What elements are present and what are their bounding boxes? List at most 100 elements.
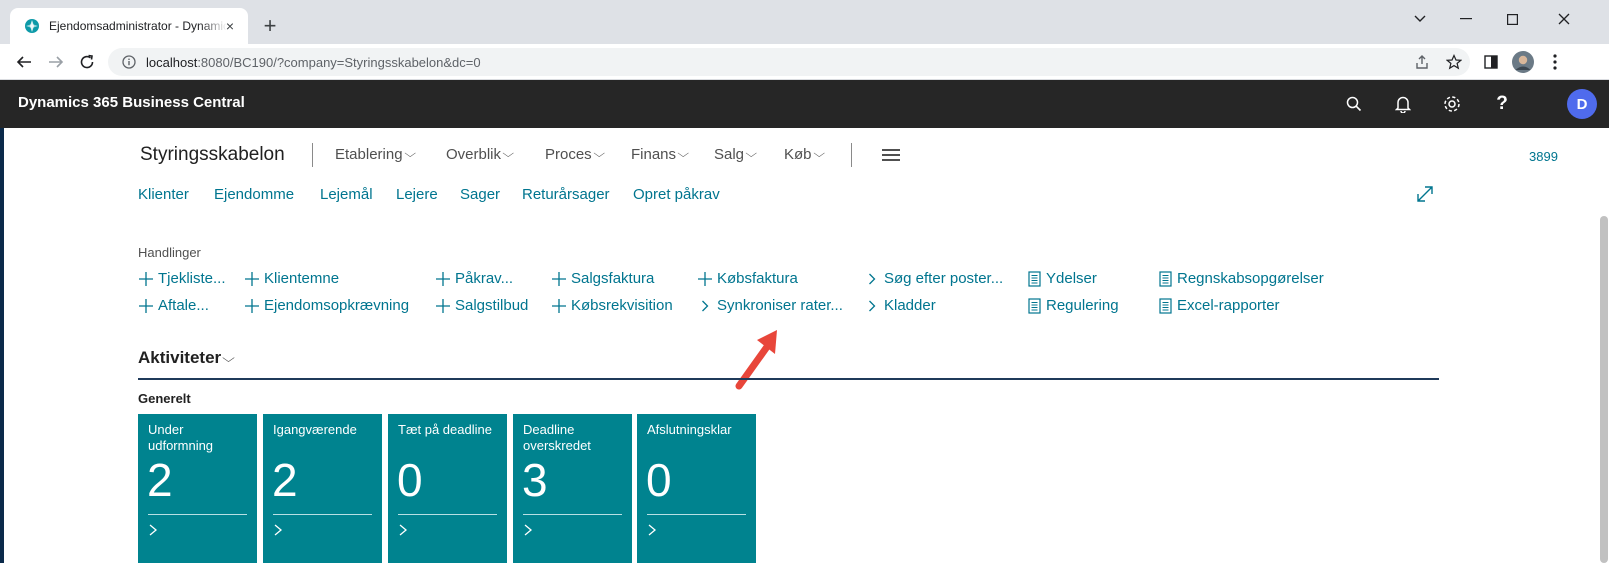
action-label: Regulering <box>1046 297 1119 314</box>
cue-tile-under-udformning[interactable]: Under udformning 2 <box>138 414 257 563</box>
action-label: Excel-rapporter <box>1177 297 1280 314</box>
action-label: Købsrekvisition <box>571 297 673 314</box>
action-regnskabsopgorelser[interactable]: Regnskabsopgørelser <box>1157 270 1324 287</box>
action-label: Købsfaktura <box>717 270 798 287</box>
action-salgstilbud[interactable]: Salgstilbud <box>435 297 528 314</box>
action-label: Søg efter poster... <box>884 270 1004 287</box>
back-arrow-icon[interactable] <box>10 48 38 76</box>
company-name: Styringsskabelon <box>140 144 285 165</box>
cue-tile-deadline-overskredet[interactable]: Deadline overskredet 3 <box>513 414 632 563</box>
chevron-down-icon: ⌵ <box>403 148 416 160</box>
reload-icon[interactable] <box>73 48 101 76</box>
action-label: Salgsfaktura <box>571 270 655 287</box>
action-label: Synkroniser rater... <box>717 297 843 314</box>
actions-section-label: Handlinger <box>138 245 201 260</box>
chevron-down-icon: ⌵ <box>745 148 758 160</box>
chevron-right-icon <box>399 524 408 536</box>
action-klientemne[interactable]: Klientemne <box>244 270 339 287</box>
menu-kob[interactable]: Køb ⌵ <box>784 146 825 163</box>
chevron-down-icon: ⌵ <box>222 350 236 365</box>
plus-icon <box>435 271 451 287</box>
minimize-icon[interactable] <box>1443 4 1489 34</box>
tile-divider <box>523 514 622 515</box>
close-tab-icon[interactable]: × <box>222 18 238 34</box>
menu-overblik[interactable]: Overblik ⌵ <box>446 146 514 163</box>
nav-link-returaarsager[interactable]: Returårsager <box>522 186 610 203</box>
nav-link-lejere[interactable]: Lejere <box>396 186 438 203</box>
action-sog-efter-poster[interactable]: Søg efter poster... <box>864 270 1003 287</box>
action-ejendomsopkraevning[interactable]: Ejendomsopkrævning <box>244 297 409 314</box>
profile-avatar-icon[interactable] <box>1509 48 1537 76</box>
settings-gear-icon[interactable] <box>1440 92 1464 116</box>
menu-finans[interactable]: Finans ⌵ <box>631 146 689 163</box>
page-scrollbar[interactable] <box>1600 216 1608 563</box>
plus-icon <box>244 298 260 314</box>
user-avatar[interactable]: D <box>1567 89 1597 119</box>
tile-value: 3 <box>522 454 548 506</box>
action-label: Aftale... <box>158 297 209 314</box>
maximize-icon[interactable] <box>1489 4 1535 34</box>
help-icon[interactable]: ? <box>1490 92 1514 116</box>
nav-link-lejemaal[interactable]: Lejemål <box>320 186 373 203</box>
menu-label: Salg <box>714 146 745 163</box>
tile-label: Igangværende <box>273 422 357 437</box>
url-host: localhost <box>146 54 198 70</box>
cue-tile-afslutningsklar[interactable]: Afslutningsklar 0 <box>637 414 756 563</box>
action-synkroniser-rater[interactable]: Synkroniser rater... <box>697 297 843 314</box>
bookmark-star-icon[interactable] <box>1440 48 1468 76</box>
cue-tile-taet-paa-deadline[interactable]: Tæt på deadline 0 <box>388 414 507 563</box>
notifications-bell-icon[interactable] <box>1391 92 1415 116</box>
cue-tile-igangvaerende[interactable]: Igangværende 2 <box>263 414 382 563</box>
hamburger-menu-icon[interactable] <box>882 149 900 163</box>
menu-etablering[interactable]: Etablering ⌵ <box>335 146 416 163</box>
action-paakrav[interactable]: Påkrav... <box>435 270 513 287</box>
close-window-icon[interactable] <box>1541 4 1587 34</box>
chevron-down-icon: ⌵ <box>812 148 825 160</box>
report-icon <box>1026 297 1042 314</box>
action-ydelser[interactable]: Ydelser <box>1026 270 1097 287</box>
action-kobsfaktura[interactable]: Købsfaktura <box>697 270 798 287</box>
menu-label: Proces <box>545 146 592 163</box>
menu-label: Køb <box>784 146 812 163</box>
dynamics-favicon-icon <box>25 19 39 33</box>
activities-header[interactable]: Aktiviteter ⌵ <box>138 348 236 368</box>
nav-link-ejendomme[interactable]: Ejendomme <box>214 186 294 203</box>
nav-link-sager[interactable]: Sager <box>460 186 500 203</box>
record-count-link[interactable]: 3899 <box>1529 149 1558 164</box>
nav-divider <box>312 143 313 167</box>
url-path: :8080/BC190/?company=Styringsskabelon&dc… <box>197 54 481 70</box>
search-icon[interactable] <box>1342 92 1366 116</box>
url-field[interactable]: localhost:8080/BC190/?company=Styringssk… <box>108 48 1470 76</box>
action-regulering[interactable]: Regulering <box>1026 297 1119 314</box>
action-tjekliste[interactable]: Tjekliste... <box>138 270 226 287</box>
action-salgsfaktura[interactable]: Salgsfaktura <box>551 270 654 287</box>
browser-tab[interactable]: Ejendomsadministrator - Dynamics 365 Bus… <box>10 8 248 44</box>
info-icon[interactable] <box>122 55 136 69</box>
menu-label: Finans <box>631 146 677 163</box>
browser-menu-icon[interactable] <box>1541 48 1569 76</box>
new-tab-button[interactable]: + <box>256 12 284 40</box>
action-label: Ejendomsopkrævning <box>264 297 410 314</box>
action-excel-rapporter[interactable]: Excel-rapporter <box>1157 297 1280 314</box>
tab-search-chevron-icon[interactable] <box>1397 4 1443 34</box>
forward-arrow-icon[interactable] <box>42 48 70 76</box>
nav-link-klienter[interactable]: Klienter <box>138 186 189 203</box>
side-panel-icon[interactable] <box>1477 48 1505 76</box>
expand-icon[interactable] <box>1416 185 1434 203</box>
tile-value: 0 <box>646 454 672 506</box>
menu-label: Overblik <box>446 146 502 163</box>
menu-salg[interactable]: Salg ⌵ <box>714 146 758 163</box>
action-label: Salgstilbud <box>455 297 529 314</box>
tile-value: 2 <box>272 454 298 506</box>
nav-link-opret-paakrav[interactable]: Opret påkrav <box>633 186 720 203</box>
tile-label: Tæt på deadline <box>398 422 492 437</box>
action-aftale[interactable]: Aftale... <box>138 297 209 314</box>
action-kladder[interactable]: Kladder <box>864 297 936 314</box>
app-title[interactable]: Dynamics 365 Business Central <box>18 94 245 111</box>
action-kobsrekvisition[interactable]: Købsrekvisition <box>551 297 673 314</box>
plus-icon <box>435 298 451 314</box>
menu-proces[interactable]: Proces ⌵ <box>545 146 605 163</box>
share-icon[interactable] <box>1408 48 1436 76</box>
report-icon <box>1157 297 1173 314</box>
browser-address-bar: localhost:8080/BC190/?company=Styringssk… <box>0 44 1609 80</box>
